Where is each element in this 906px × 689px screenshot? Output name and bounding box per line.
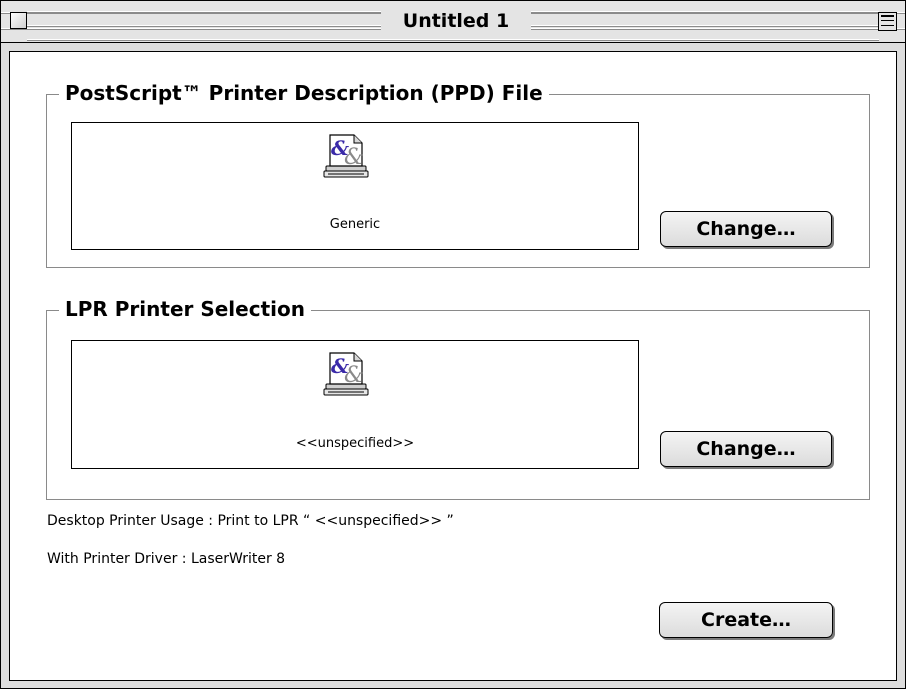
- dialog-content: PostScript™ Printer Description (PPD) Fi…: [9, 51, 897, 681]
- lpr-printer-name: <<unspecified>>: [295, 436, 415, 451]
- printer-driver: With Printer Driver : LaserWriter 8: [47, 551, 286, 567]
- collapse-bar: [881, 20, 894, 21]
- collapse-bar: [881, 25, 894, 26]
- collapse-box[interactable]: [878, 12, 897, 31]
- svg-text:&: &: [331, 354, 349, 378]
- lpr-printer-group: LPR Printer Selection & & <<unspecified>…: [46, 294, 870, 500]
- lpr-printer-display: & & <<unspecified>>: [71, 340, 639, 469]
- window: Untitled 1 PostScript™ Printer Descripti…: [0, 0, 906, 689]
- title-bar[interactable]: Untitled 1: [1, 1, 905, 43]
- collapse-bar: [881, 15, 894, 17]
- ppd-file-display: & & Generic: [71, 122, 639, 250]
- printer-document-icon: & &: [323, 352, 369, 396]
- lpr-printer-group-title: LPR Printer Selection: [59, 294, 311, 324]
- ppd-file-group-title: PostScript™ Printer Description (PPD) Fi…: [59, 78, 549, 108]
- window-title: Untitled 1: [381, 6, 531, 37]
- change-lpr-button[interactable]: Change…: [660, 431, 832, 467]
- close-box[interactable]: [10, 12, 27, 29]
- ppd-document-icon: & &: [323, 134, 369, 178]
- ppd-file-name: Generic: [329, 217, 381, 232]
- change-ppd-button[interactable]: Change…: [660, 211, 832, 247]
- svg-text:&: &: [331, 136, 349, 160]
- ppd-file-group: PostScript™ Printer Description (PPD) Fi…: [46, 78, 870, 268]
- create-button[interactable]: Create…: [659, 602, 833, 638]
- desktop-printer-usage: Desktop Printer Usage : Print to LPR “ <…: [47, 513, 454, 529]
